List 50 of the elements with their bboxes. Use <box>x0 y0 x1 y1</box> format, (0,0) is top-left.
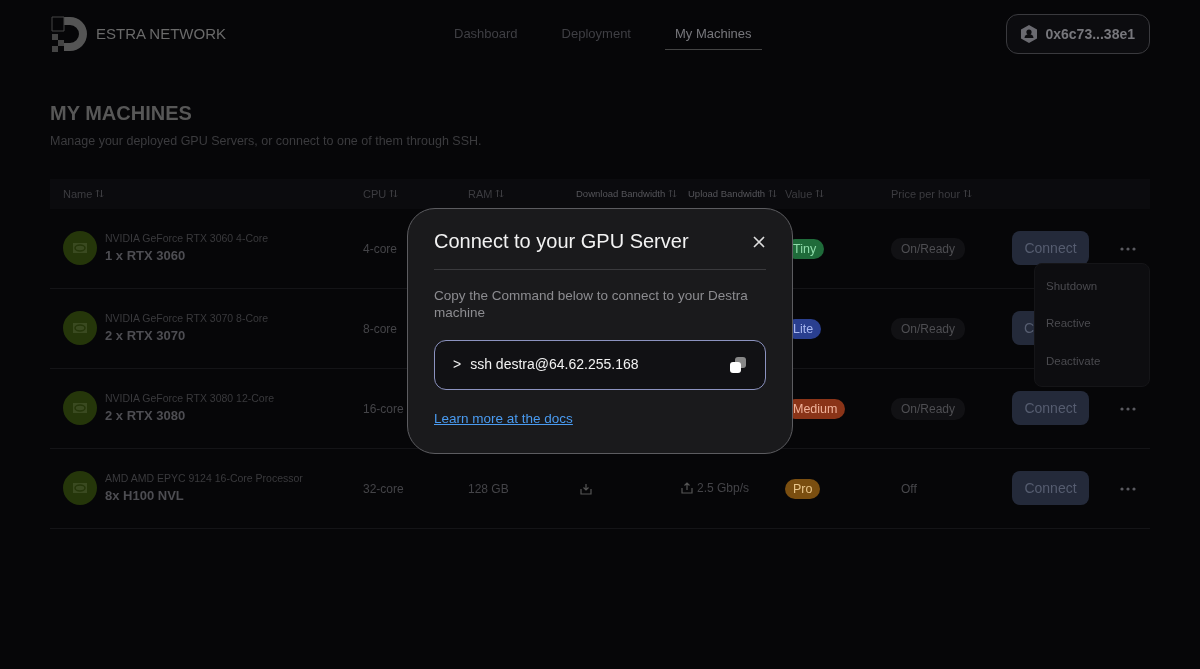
gpu-vendor-icon <box>63 471 97 506</box>
user-icon <box>1021 25 1038 43</box>
brand-name: ESTRA NETWORK <box>96 23 226 44</box>
gpu-vendor-icon <box>63 311 97 346</box>
cpu-cell: 8-core <box>363 322 397 337</box>
nav-tab[interactable]: My Machines <box>665 17 762 51</box>
gpu-vendor-icon <box>63 391 97 426</box>
nav-tab[interactable]: Dashboard <box>444 17 528 51</box>
menu-item[interactable]: Deactivate <box>1035 346 1149 376</box>
copy-icon[interactable] <box>729 355 747 374</box>
column-header: Upload Bandwidth <box>688 186 766 201</box>
prompt-symbol: > <box>453 355 462 375</box>
status-label: Off <box>900 481 918 499</box>
upload-icon <box>681 482 693 495</box>
upload-speed: 2.5 Gbp/s <box>697 480 750 498</box>
gpu-config: 1 x RTX 3060 <box>105 247 187 266</box>
status-label: On/Ready <box>891 318 966 341</box>
ssh-command: ssh destra@64.62.255.168 <box>470 355 639 375</box>
cpu-cell: 16-core <box>363 402 404 417</box>
page-title: MY MACHINES <box>50 101 193 126</box>
logo-icon <box>50 14 88 54</box>
docs-link[interactable]: Learn more at the docs <box>434 408 573 429</box>
menu-item[interactable]: Reactive <box>1035 309 1149 339</box>
more-icon[interactable] <box>1120 247 1136 251</box>
status-label: On/Ready <box>891 238 966 261</box>
menu-item[interactable]: Shutdown <box>1035 272 1149 302</box>
sort-icon[interactable] <box>389 189 399 199</box>
sort-icon[interactable] <box>668 189 678 199</box>
status-label: On/Ready <box>891 398 966 421</box>
column-header: Download Bandwidth <box>576 186 666 201</box>
sort-icon[interactable] <box>768 189 778 199</box>
wallet-button[interactable]: 0x6c73...38e1 <box>1006 14 1150 54</box>
dialog-description: Copy the Command below to connect to your Destra machine <box>434 288 749 322</box>
command-field[interactable]: > ssh destra@64.62.255.168 <box>434 339 766 390</box>
gpu-config: 2 x RTX 3080 <box>105 407 187 426</box>
more-icon[interactable] <box>1120 487 1136 491</box>
cpu-cell: 32-core <box>363 482 404 497</box>
nav-tab[interactable]: Deployment <box>551 17 641 51</box>
sort-icon[interactable] <box>963 189 973 199</box>
sort-icon[interactable] <box>495 189 505 199</box>
gpu-config: 2 x RTX 3070 <box>105 327 187 346</box>
sort-icon[interactable] <box>815 189 825 199</box>
ram-cell: 128 GB <box>468 482 509 497</box>
gpu-vendor-icon <box>63 231 97 266</box>
more-icon[interactable] <box>1120 407 1136 411</box>
dialog-title: Connect to your GPU Server <box>434 229 689 253</box>
sort-icon[interactable] <box>95 189 105 199</box>
cpu-cell: 4-core <box>363 242 397 257</box>
tier-badge: Pro <box>785 479 821 500</box>
gpu-config: 8x H100 NVL <box>105 487 185 506</box>
